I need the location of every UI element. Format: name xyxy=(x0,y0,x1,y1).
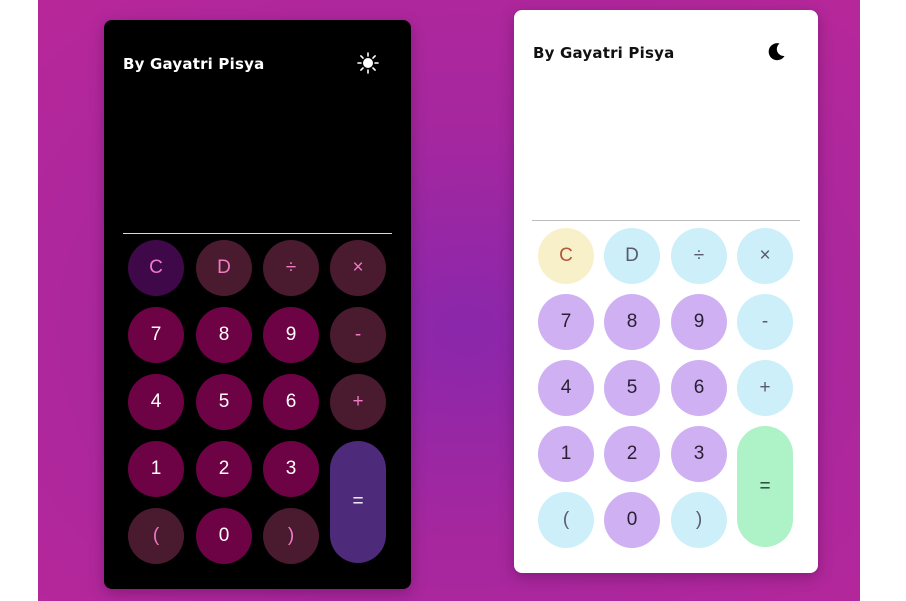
calculator-light: By Gayatri Pisya C D ÷ × 7 8 9 - 4 5 6 +… xyxy=(514,10,818,573)
minus-button[interactable]: - xyxy=(737,294,793,350)
delete-button[interactable]: D xyxy=(604,228,660,284)
multiply-button[interactable]: × xyxy=(330,240,386,296)
digit-9-button[interactable]: 9 xyxy=(263,307,319,363)
clear-button[interactable]: C xyxy=(538,228,594,284)
display-screen xyxy=(532,80,800,221)
digit-1-button[interactable]: 1 xyxy=(538,426,594,482)
digit-8-button[interactable]: 8 xyxy=(196,307,252,363)
delete-button[interactable]: D xyxy=(196,240,252,296)
divide-button[interactable]: ÷ xyxy=(671,228,727,284)
digit-3-button[interactable]: 3 xyxy=(671,426,727,482)
digit-0-button[interactable]: 0 xyxy=(196,508,252,564)
digit-4-button[interactable]: 4 xyxy=(128,374,184,430)
plus-button[interactable]: + xyxy=(330,374,386,430)
sun-icon[interactable] xyxy=(354,49,382,77)
digit-9-button[interactable]: 9 xyxy=(671,294,727,350)
divide-button[interactable]: ÷ xyxy=(263,240,319,296)
digit-7-button[interactable]: 7 xyxy=(538,294,594,350)
digit-8-button[interactable]: 8 xyxy=(604,294,660,350)
digit-7-button[interactable]: 7 xyxy=(128,307,184,363)
digit-3-button[interactable]: 3 xyxy=(263,441,319,497)
moon-icon[interactable] xyxy=(762,38,790,66)
digit-6-button[interactable]: 6 xyxy=(263,374,319,430)
author-credit: By Gayatri Pisya xyxy=(533,44,675,62)
calculator-dark: By Gayatri Pisya C D ÷ × 7 8 9 - 4 5 6 +… xyxy=(104,20,411,589)
left-paren-button[interactable]: ( xyxy=(128,508,184,564)
author-credit: By Gayatri Pisya xyxy=(123,55,265,73)
clear-button[interactable]: C xyxy=(128,240,184,296)
digit-2-button[interactable]: 2 xyxy=(196,441,252,497)
equals-button[interactable]: = xyxy=(737,426,793,547)
digit-0-button[interactable]: 0 xyxy=(604,492,660,548)
digit-4-button[interactable]: 4 xyxy=(538,360,594,416)
minus-button[interactable]: - xyxy=(330,307,386,363)
digit-6-button[interactable]: 6 xyxy=(671,360,727,416)
left-paren-button[interactable]: ( xyxy=(538,492,594,548)
digit-2-button[interactable]: 2 xyxy=(604,426,660,482)
multiply-button[interactable]: × xyxy=(737,228,793,284)
plus-button[interactable]: + xyxy=(737,360,793,416)
equals-button[interactable]: = xyxy=(330,441,386,563)
right-paren-button[interactable]: ) xyxy=(671,492,727,548)
right-paren-button[interactable]: ) xyxy=(263,508,319,564)
page-background: By Gayatri Pisya C D ÷ × 7 8 9 - 4 5 6 +… xyxy=(38,0,860,601)
digit-1-button[interactable]: 1 xyxy=(128,441,184,497)
digit-5-button[interactable]: 5 xyxy=(196,374,252,430)
display-screen xyxy=(123,90,392,234)
digit-5-button[interactable]: 5 xyxy=(604,360,660,416)
